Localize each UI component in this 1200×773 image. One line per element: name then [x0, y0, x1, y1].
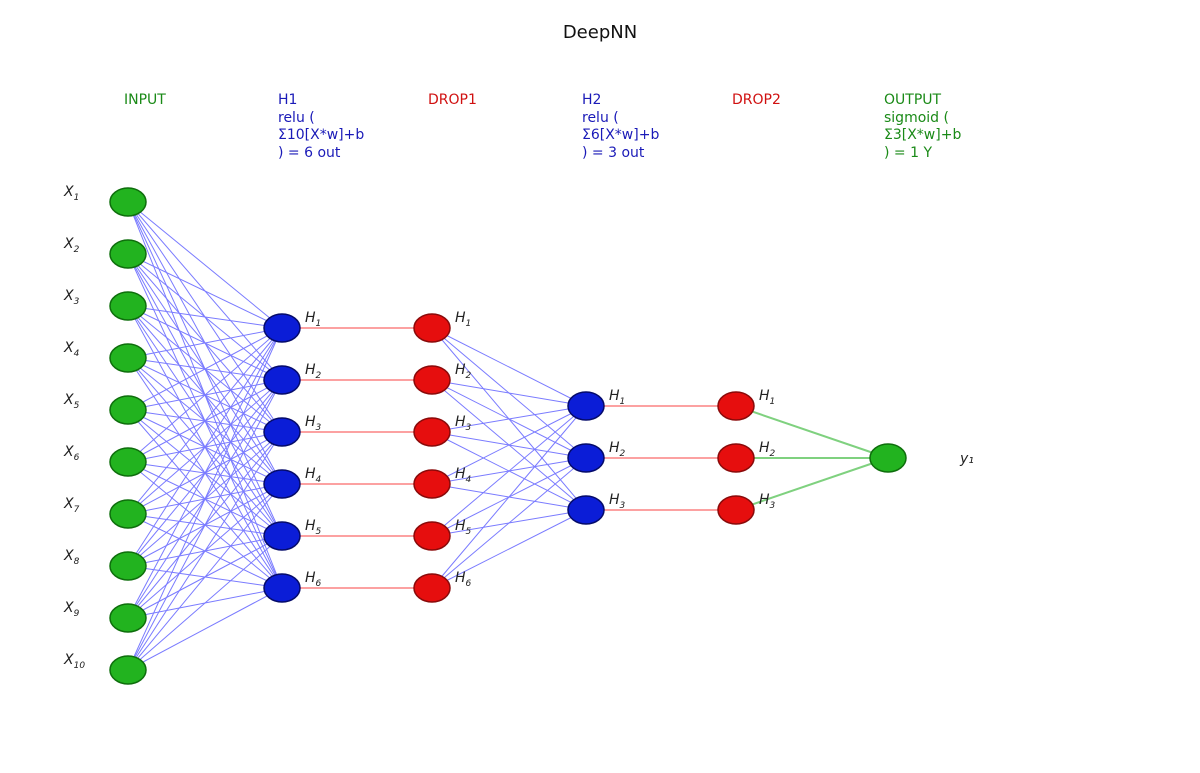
layer-name: DROP2 [732, 92, 781, 108]
h1-neuron-label: H4 [305, 466, 322, 485]
output-node [870, 444, 906, 472]
edge [432, 406, 586, 588]
nn-diagram: DeepNN X1X2X3X4X5X6X7X8X9X10H1H2H3H4H5H6… [0, 0, 1200, 773]
drop2-node [718, 444, 754, 472]
edge [128, 328, 282, 670]
input-neuron-label: X4 [63, 340, 80, 359]
input-neuron-label: X6 [63, 444, 80, 463]
h2-node [568, 392, 604, 420]
input-node [110, 396, 146, 424]
drop2-node [718, 392, 754, 420]
drop1-node [414, 366, 450, 394]
drop1-node [414, 522, 450, 550]
input-node [110, 344, 146, 372]
h1-neuron-label: H5 [305, 518, 322, 537]
drop1-neuron-label: H4 [455, 466, 472, 485]
output-neuron-label: y₁ [959, 451, 974, 467]
drop1-neuron-label: H6 [455, 570, 472, 589]
drop1-neuron-label: H2 [455, 362, 472, 381]
input-node [110, 604, 146, 632]
drop1-neuron-label: H5 [455, 518, 472, 537]
drop1-node [414, 418, 450, 446]
drop2-node [718, 496, 754, 524]
h1-neuron-label: H3 [305, 414, 322, 433]
edge [128, 588, 282, 670]
input-node [110, 292, 146, 320]
input-neuron-label: X1 [63, 184, 79, 203]
drop2-neuron-label: H3 [759, 492, 776, 511]
drop1-neuron-label: H3 [455, 414, 472, 433]
input-neuron-label: X9 [63, 600, 80, 619]
h1-node [264, 366, 300, 394]
input-node [110, 188, 146, 216]
layer-name: H1 [278, 92, 297, 108]
drop1-node [414, 574, 450, 602]
layer-name: DROP1 [428, 92, 477, 108]
input-node [110, 500, 146, 528]
input-neuron-label: X8 [63, 548, 80, 567]
drop1-node [414, 470, 450, 498]
layer-label-output: OUTPUT sigmoid ( Σ3[X*w]+b ) = 1 Y [884, 92, 961, 162]
drop2-neuron-label: H1 [759, 388, 775, 407]
h2-node [568, 496, 604, 524]
input-node [110, 448, 146, 476]
layer-name: INPUT [124, 92, 166, 108]
drop1-node [414, 314, 450, 342]
h1-node [264, 418, 300, 446]
h2-node [568, 444, 604, 472]
h1-node [264, 470, 300, 498]
layer-label-drop2: DROP2 [732, 92, 781, 110]
h1-node [264, 314, 300, 342]
input-node [110, 656, 146, 684]
h2-neuron-label: H3 [609, 492, 626, 511]
h1-neuron-label: H1 [305, 310, 321, 329]
input-neuron-label: X7 [63, 496, 80, 515]
layer-label-h2: H2 relu ( Σ6[X*w]+b ) = 3 out [582, 92, 659, 162]
layer-label-h1: H1 relu ( Σ10[X*w]+b ) = 6 out [278, 92, 364, 162]
layer-name: OUTPUT [884, 92, 941, 108]
input-neuron-label: X2 [63, 236, 80, 255]
drop1-neuron-label: H1 [455, 310, 471, 329]
layer-formula: sigmoid ( Σ3[X*w]+b ) = 1 Y [884, 110, 961, 163]
h1-node [264, 522, 300, 550]
drop2-neuron-label: H2 [759, 440, 776, 459]
input-neuron-label: X10 [63, 652, 85, 671]
edge [432, 380, 586, 406]
h2-neuron-label: H1 [609, 388, 625, 407]
h1-neuron-label: H6 [305, 570, 322, 589]
layer-formula: relu ( Σ6[X*w]+b ) = 3 out [582, 110, 659, 163]
layer-label-drop1: DROP1 [428, 92, 477, 110]
h1-neuron-label: H2 [305, 362, 322, 381]
h2-neuron-label: H2 [609, 440, 626, 459]
input-node [110, 240, 146, 268]
h1-node [264, 574, 300, 602]
edge [128, 536, 282, 670]
layer-label-input: INPUT [124, 92, 166, 110]
layer-formula: relu ( Σ10[X*w]+b ) = 6 out [278, 110, 364, 163]
edge [128, 432, 282, 670]
input-neuron-label: X5 [63, 392, 80, 411]
input-neuron-label: X3 [63, 288, 80, 307]
layer-name: H2 [582, 92, 601, 108]
input-node [110, 552, 146, 580]
